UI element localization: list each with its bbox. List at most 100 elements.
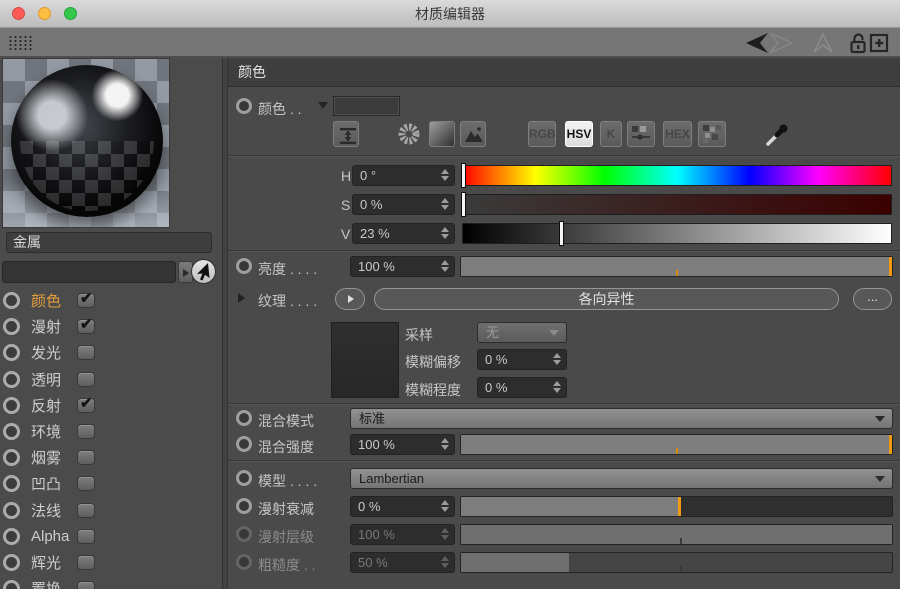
channel-radio[interactable] bbox=[3, 554, 20, 571]
blur-scale-value[interactable]: 0 % bbox=[485, 378, 507, 397]
blur-scale-field[interactable]: 0 % bbox=[477, 377, 567, 398]
pick-material-button[interactable] bbox=[191, 259, 216, 284]
channel-checkbox[interactable] bbox=[77, 529, 95, 544]
brightness-animation-radio[interactable] bbox=[236, 258, 252, 274]
blur-offset-field[interactable]: 0 % bbox=[477, 349, 567, 370]
slider-handle[interactable] bbox=[889, 435, 892, 454]
channel-radio[interactable] bbox=[3, 528, 20, 545]
texture-browse-button[interactable]: ... bbox=[853, 288, 892, 310]
channel-radio[interactable] bbox=[3, 580, 20, 589]
channel-radio[interactable] bbox=[3, 502, 20, 519]
mode-kelvin-button[interactable]: K bbox=[600, 121, 622, 147]
channel-checkbox[interactable] bbox=[77, 345, 95, 360]
channel-row-glow[interactable]: 辉光 bbox=[0, 549, 222, 575]
brightness-slider[interactable] bbox=[460, 256, 893, 277]
channel-label[interactable]: 反射 bbox=[31, 395, 75, 416]
channel-checkbox[interactable]: ✔ bbox=[77, 293, 95, 308]
saturation-gradient-bar[interactable] bbox=[462, 194, 892, 215]
sampling-dropdown[interactable]: 无 bbox=[477, 322, 567, 343]
texture-shader-button[interactable]: 各向异性 bbox=[374, 288, 839, 310]
channel-radio[interactable] bbox=[3, 397, 20, 414]
mode-rgb-button[interactable]: RGB bbox=[528, 121, 556, 147]
saturation-value-field[interactable]: 0 % bbox=[352, 194, 455, 215]
channel-label[interactable]: 置换 bbox=[31, 578, 75, 589]
channel-row-normal[interactable]: 法线 bbox=[0, 497, 222, 523]
channel-checkbox[interactable] bbox=[77, 450, 95, 465]
model-animation-radio[interactable] bbox=[236, 470, 252, 486]
channel-label[interactable]: 漫射 bbox=[31, 316, 75, 337]
saturation-value[interactable]: 0 % bbox=[360, 195, 382, 214]
value-marker[interactable] bbox=[559, 221, 564, 246]
diffuse-falloff-slider[interactable] bbox=[460, 496, 893, 517]
slider-handle[interactable] bbox=[889, 257, 892, 276]
channel-row-bump[interactable]: 凹凸 bbox=[0, 470, 222, 496]
channel-radio[interactable] bbox=[3, 449, 20, 466]
unlock-icon[interactable] bbox=[849, 32, 867, 55]
channel-row-fog[interactable]: 烟雾 bbox=[0, 444, 222, 470]
spectrum-gradient-button[interactable] bbox=[429, 121, 455, 147]
channel-checkbox[interactable] bbox=[77, 424, 95, 439]
channel-label[interactable]: 发光 bbox=[31, 342, 75, 363]
channel-row-diffusion[interactable]: 漫射 ✔ bbox=[0, 313, 222, 339]
hue-value-field[interactable]: 0 ° bbox=[352, 165, 455, 186]
material-preview[interactable] bbox=[2, 58, 170, 228]
channel-row-luminance[interactable]: 发光 bbox=[0, 339, 222, 365]
model-dropdown[interactable]: Lambertian bbox=[350, 468, 893, 489]
brightness-value-field[interactable]: 100 % bbox=[350, 256, 455, 277]
material-name-input[interactable]: 金属 bbox=[6, 232, 212, 253]
channel-checkbox[interactable] bbox=[77, 555, 95, 570]
history-back-icon[interactable] bbox=[744, 32, 770, 54]
brightness-value[interactable]: 100 % bbox=[358, 257, 395, 276]
up-level-icon[interactable] bbox=[812, 32, 834, 54]
history-forward-icon[interactable] bbox=[768, 32, 794, 54]
swatches-button[interactable] bbox=[698, 121, 726, 147]
channel-label[interactable]: 烟雾 bbox=[31, 447, 75, 468]
channel-row-color[interactable]: 颜色 ✔ bbox=[0, 287, 222, 313]
channel-radio[interactable] bbox=[3, 292, 20, 309]
value-gradient-bar[interactable] bbox=[462, 223, 892, 244]
stepper-arrows-icon[interactable] bbox=[441, 438, 449, 450]
mix-strength-animation-radio[interactable] bbox=[236, 436, 252, 452]
channel-checkbox[interactable]: ✔ bbox=[77, 398, 95, 413]
channel-radio[interactable] bbox=[3, 344, 20, 361]
hue-marker[interactable] bbox=[461, 163, 466, 188]
diffuse-falloff-animation-radio[interactable] bbox=[236, 498, 252, 514]
stepper-arrows-icon[interactable] bbox=[441, 227, 449, 239]
mix-strength-slider[interactable] bbox=[460, 434, 893, 455]
hue-value[interactable]: 0 ° bbox=[360, 166, 376, 185]
channel-checkbox[interactable] bbox=[77, 476, 95, 491]
mix-strength-field[interactable]: 100 % bbox=[350, 434, 455, 455]
channel-checkbox[interactable] bbox=[77, 372, 95, 387]
shader-link-input[interactable] bbox=[2, 261, 176, 283]
channel-label[interactable]: 环境 bbox=[31, 421, 75, 442]
blur-offset-value[interactable]: 0 % bbox=[485, 350, 507, 369]
channel-radio[interactable] bbox=[3, 318, 20, 335]
drag-handle-icon[interactable] bbox=[8, 35, 32, 51]
channel-row-reflectance[interactable]: 反射 ✔ bbox=[0, 392, 222, 418]
channel-row-environment[interactable]: 环境 bbox=[0, 418, 222, 444]
channel-row-alpha[interactable]: Alpha bbox=[0, 523, 222, 549]
channel-row-transparency[interactable]: 透明 bbox=[0, 366, 222, 392]
diffuse-falloff-field[interactable]: 0 % bbox=[350, 496, 455, 517]
mixer-mode-button[interactable] bbox=[627, 121, 655, 147]
diffuse-level-animation-radio[interactable] bbox=[236, 526, 252, 542]
stepper-arrows-icon[interactable] bbox=[553, 353, 561, 365]
image-picker-button[interactable] bbox=[460, 121, 486, 147]
mix-strength-value[interactable]: 100 % bbox=[358, 435, 395, 454]
compact-mode-button[interactable] bbox=[333, 121, 359, 147]
stepper-arrows-icon[interactable] bbox=[441, 500, 449, 512]
channel-label[interactable]: 辉光 bbox=[31, 552, 75, 573]
channel-label[interactable]: 凹凸 bbox=[31, 473, 75, 494]
texture-menu-button[interactable] bbox=[335, 288, 365, 310]
mix-mode-dropdown[interactable]: 标准 bbox=[350, 408, 893, 429]
value-value[interactable]: 23 % bbox=[360, 224, 390, 243]
color-animation-radio[interactable] bbox=[236, 98, 252, 114]
diffuse-falloff-value[interactable]: 0 % bbox=[358, 497, 380, 516]
saturation-marker[interactable] bbox=[461, 192, 466, 217]
channel-radio[interactable] bbox=[3, 371, 20, 388]
channel-radio[interactable] bbox=[3, 475, 20, 492]
channel-label[interactable]: 颜色 bbox=[31, 290, 75, 311]
channel-radio[interactable] bbox=[3, 423, 20, 440]
value-value-field[interactable]: 23 % bbox=[352, 223, 455, 244]
stepper-arrows-icon[interactable] bbox=[553, 381, 561, 393]
